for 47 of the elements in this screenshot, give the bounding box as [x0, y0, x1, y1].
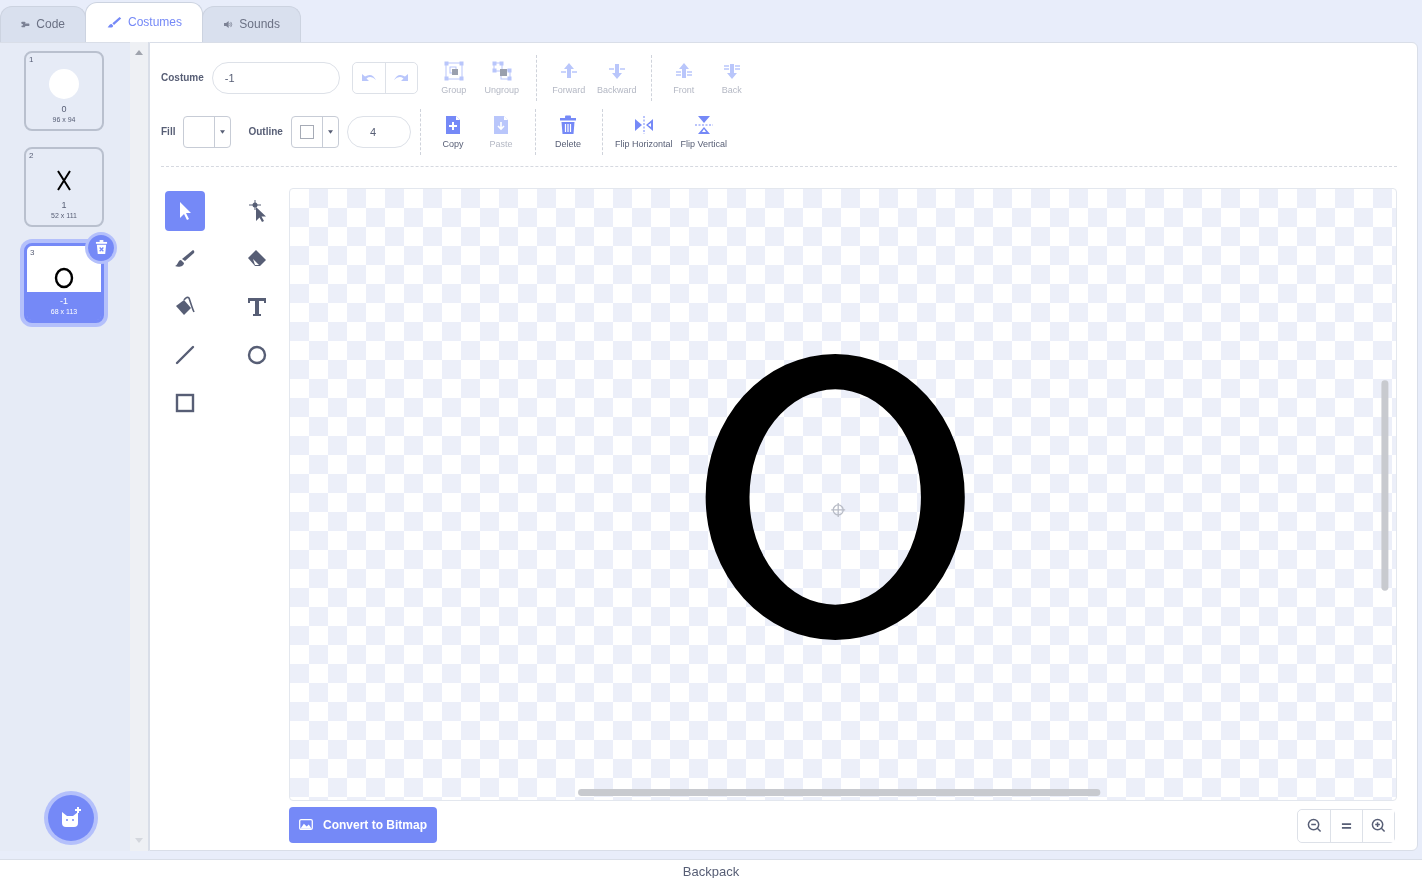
trash-icon [557, 114, 578, 135]
scrollbar-thumb[interactable] [578, 789, 1101, 796]
flip-vertical-icon [693, 114, 714, 135]
flip-v-button[interactable]: Flip Vertical [676, 114, 731, 149]
tab[interactable]: Costumes [85, 1, 203, 42]
equals-icon [1341, 821, 1352, 830]
group-icon [443, 60, 464, 81]
copy-button[interactable]: Copy [428, 114, 477, 149]
costume-number: 2 [29, 150, 34, 160]
outline-width-field[interactable]: 4 [346, 115, 411, 148]
zoom-out-icon [1306, 818, 1322, 834]
costume-name-field[interactable]: -1 [211, 61, 340, 94]
costume-label: Costume [161, 72, 204, 84]
tab[interactable]: Code [0, 5, 86, 42]
drawing-canvas[interactable] [289, 187, 1397, 801]
select-tool[interactable] [165, 190, 205, 231]
delete-costume-button[interactable] [88, 234, 114, 261]
zoom-in-button[interactable] [1362, 809, 1394, 842]
flip-h-button[interactable]: Flip Horizontal [610, 114, 677, 149]
costume-name: 0 [61, 103, 67, 115]
caret-icon [327, 129, 333, 134]
add-costume-button[interactable] [48, 795, 94, 841]
zoom-in-icon [1371, 818, 1386, 834]
image-icon [299, 817, 313, 833]
fill-label: Fill [161, 126, 176, 138]
fill-color-picker[interactable] [183, 115, 232, 148]
ungroup-icon [491, 60, 512, 81]
scrollbar-thumb[interactable] [1381, 380, 1389, 591]
trash-icon [94, 240, 108, 256]
crosshair-icon [830, 502, 846, 518]
flip-horizontal-icon [633, 114, 654, 135]
ring-shape[interactable] [705, 354, 965, 640]
redo-icon [392, 71, 411, 84]
undo-icon [359, 71, 378, 84]
costume-number: 1 [29, 54, 34, 64]
outline-label: Outline [248, 126, 283, 138]
caret-icon [220, 129, 226, 134]
costume-number: 3 [30, 247, 35, 257]
costume-name: 1 [61, 199, 67, 211]
costume-name: -1 [60, 295, 68, 307]
backpack-header[interactable]: Backpack [682, 860, 740, 878]
cat-plus-icon [59, 806, 83, 830]
delete-button[interactable]: Delete [543, 114, 592, 149]
brush-icon [106, 14, 122, 30]
tab[interactable]: Sounds [202, 5, 301, 42]
convert-to-bitmap-button[interactable]: Convert to Bitmap [289, 806, 437, 843]
outline-color-picker[interactable] [290, 115, 339, 148]
